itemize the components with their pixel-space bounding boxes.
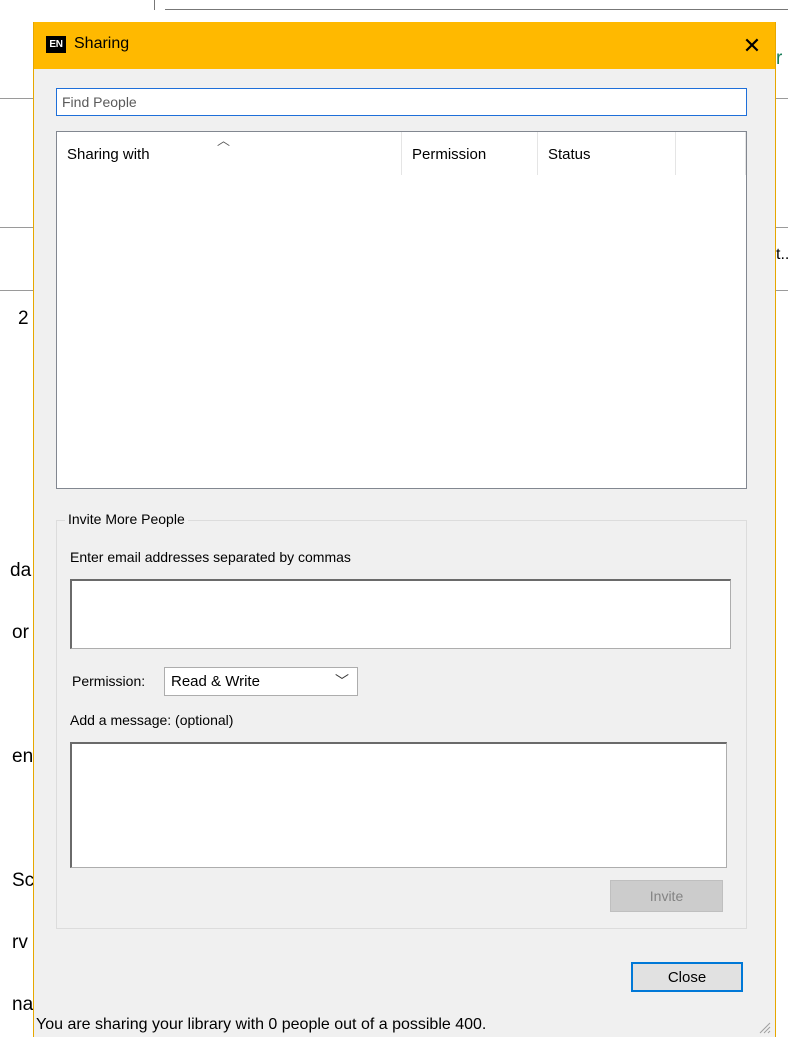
background-text: or xyxy=(12,622,29,643)
column-status-label: Status xyxy=(548,146,591,163)
column-status[interactable]: Status xyxy=(538,132,676,175)
column-sharing-with[interactable]: ︿ Sharing with xyxy=(57,132,402,175)
background-text: na xyxy=(12,994,34,1015)
evernote-app-icon: EN xyxy=(46,36,66,53)
background-toolbar xyxy=(0,0,788,10)
status-text: You are sharing your library with 0 peop… xyxy=(36,1016,487,1033)
invite-more-people-group: Invite More People Enter email addresses… xyxy=(56,511,747,929)
resize-grip-icon[interactable] xyxy=(757,1020,771,1034)
column-sharing-with-label: Sharing with xyxy=(67,146,150,163)
sharing-list[interactable]: ︿ Sharing with Permission Status xyxy=(56,131,747,489)
message-label: Add a message: (optional) xyxy=(70,712,234,728)
background-divider xyxy=(776,98,788,99)
column-permission[interactable]: Permission xyxy=(402,132,538,175)
background-text: Sc xyxy=(12,870,35,891)
invite-group-label: Invite More People xyxy=(65,511,188,527)
background-divider xyxy=(0,98,33,99)
background-text: rv xyxy=(12,932,28,953)
status-bar: You are sharing your library with 0 peop… xyxy=(34,1014,775,1037)
find-people-input[interactable] xyxy=(56,88,747,116)
dialog-title: Sharing xyxy=(74,35,130,52)
sort-ascending-icon: ︿ xyxy=(217,133,231,148)
background-divider xyxy=(0,227,33,228)
background-divider xyxy=(0,290,33,291)
permission-select[interactable]: Read & Write ﹀ xyxy=(164,667,358,696)
background-text: t.. xyxy=(776,246,788,263)
background-divider xyxy=(776,227,788,228)
background-text: 2 xyxy=(18,308,29,329)
column-blank[interactable] xyxy=(676,132,746,175)
permission-select-value: Read & Write xyxy=(171,673,260,690)
background-divider xyxy=(776,290,788,291)
sharing-list-header: ︿ Sharing with Permission Status xyxy=(57,132,746,175)
dialog-titlebar[interactable]: EN Sharing ✕ xyxy=(34,22,775,69)
permission-label: Permission: xyxy=(72,673,146,689)
column-permission-label: Permission xyxy=(412,146,487,163)
chevron-down-icon: ﹀ xyxy=(335,673,349,689)
background-text: en xyxy=(12,746,34,767)
email-addresses-field[interactable] xyxy=(70,579,731,649)
close-button[interactable]: Close xyxy=(631,962,743,992)
email-label: Enter email addresses separated by comma… xyxy=(70,549,351,565)
sharing-dialog: EN Sharing ✕ ︿ Sharing with Permission S… xyxy=(33,22,776,1037)
invite-button[interactable]: Invite xyxy=(610,880,723,912)
background-text: da xyxy=(10,560,32,581)
background-text: r xyxy=(776,48,783,69)
close-icon[interactable]: ✕ xyxy=(729,22,775,69)
message-field[interactable] xyxy=(70,742,727,868)
